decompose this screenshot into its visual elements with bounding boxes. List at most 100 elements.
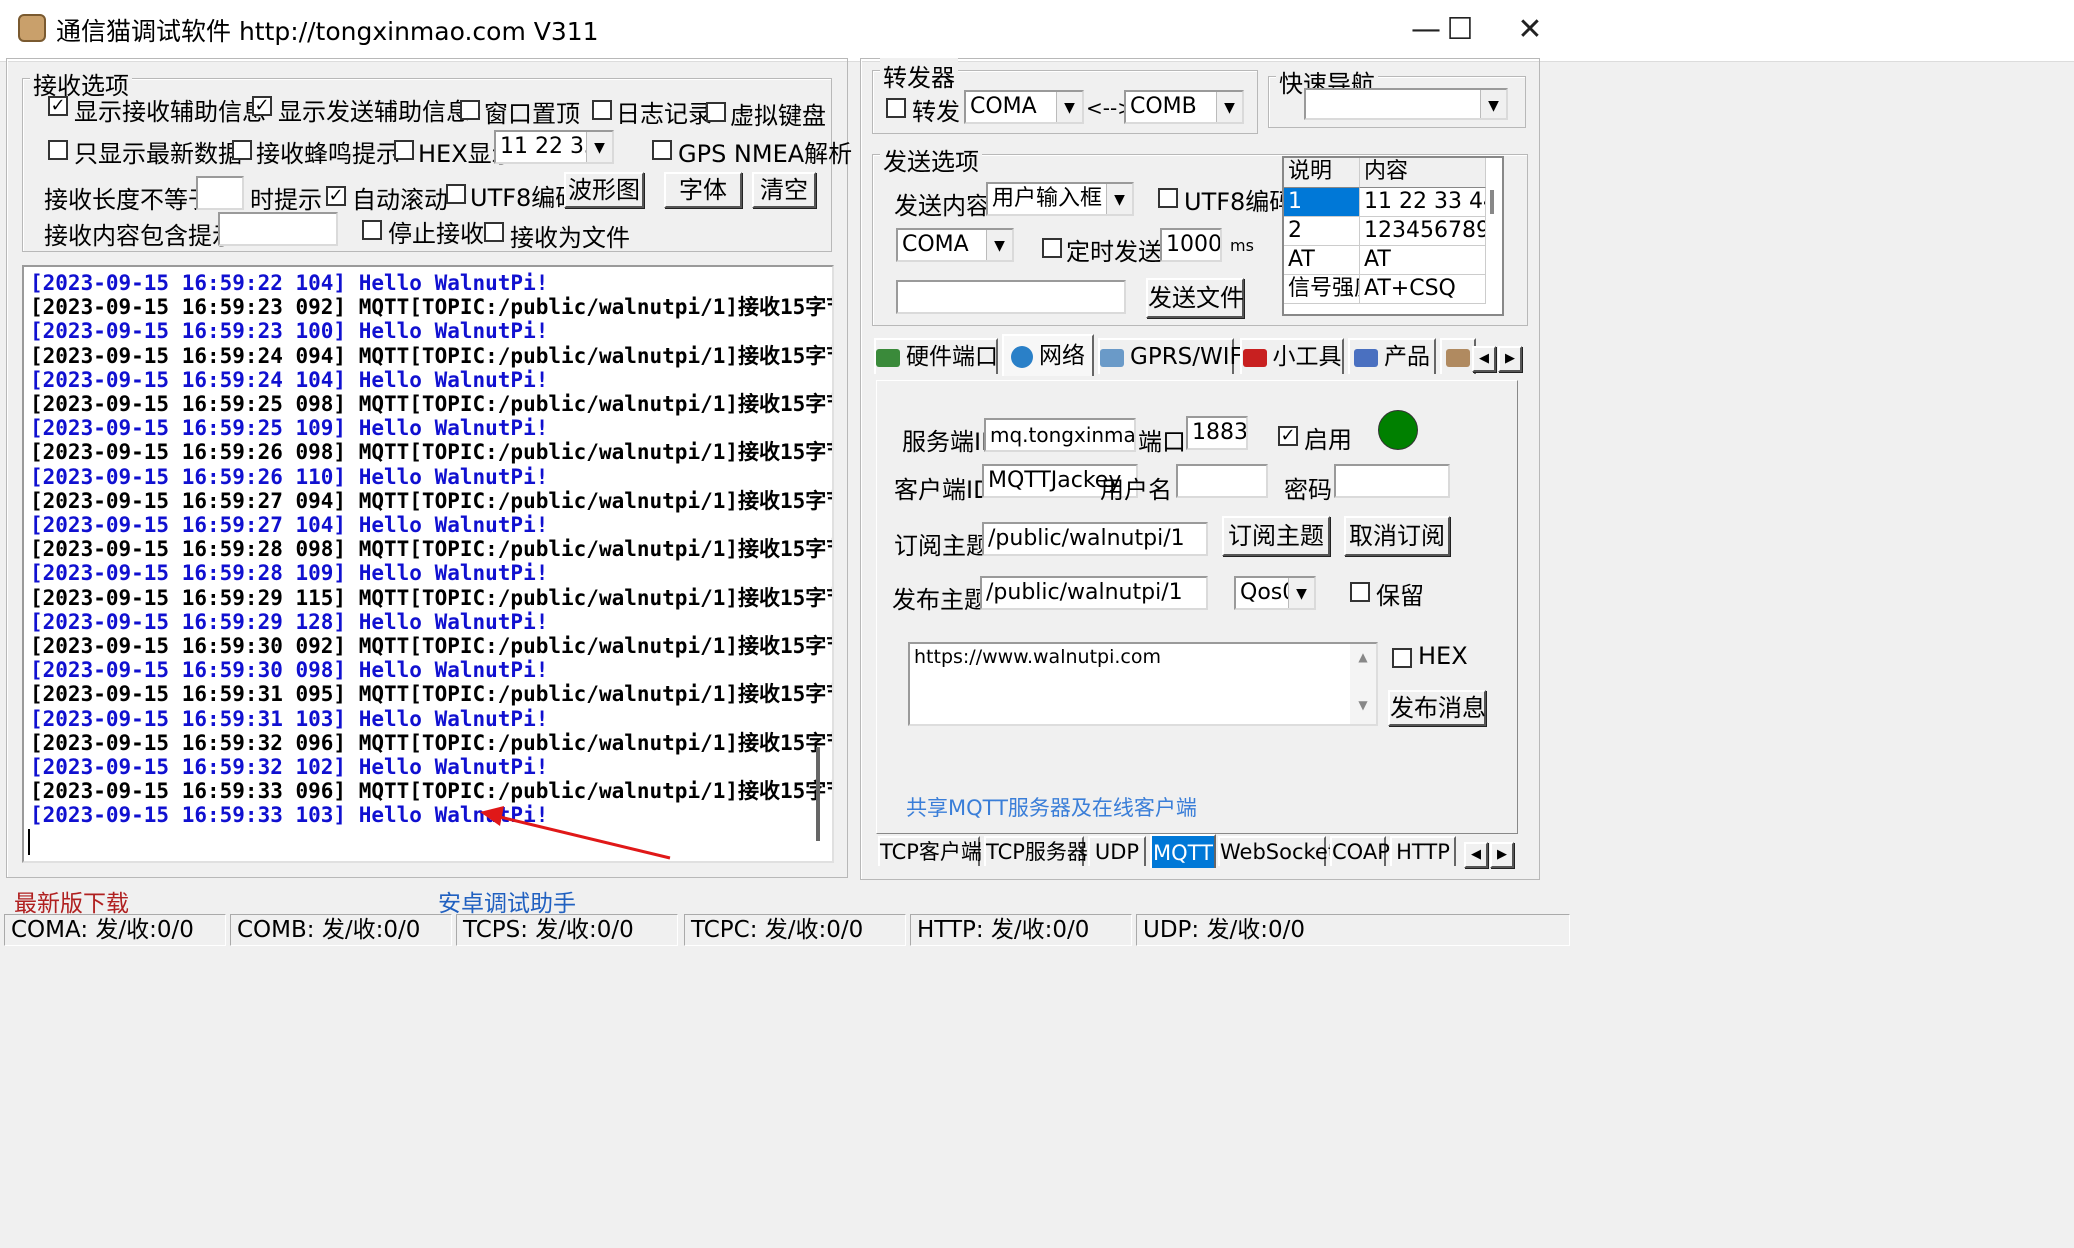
- log-scrollbar[interactable]: [816, 747, 820, 841]
- utf8-send-checkbox[interactable]: [1158, 188, 1178, 208]
- log-line: [2023-09-15 16:59:26 110] Hello WalnutPi…: [30, 464, 549, 489]
- beep-checkbox[interactable]: [232, 140, 252, 160]
- scroll-up-icon[interactable]: ▲: [1350, 650, 1376, 664]
- pub-topic-input[interactable]: /public/walnutpi/1: [980, 576, 1208, 610]
- tab-gprs-wifi[interactable]: GPRS/WIFI: [1098, 338, 1250, 374]
- send-file-button[interactable]: 发送文件: [1146, 278, 1244, 318]
- interval-input[interactable]: 1000: [1160, 228, 1222, 262]
- send-port-combo[interactable]: COMA ▼: [896, 228, 1014, 262]
- table-cell[interactable]: 123456789: [1360, 217, 1486, 246]
- tab-hardware-port[interactable]: 硬件端口: [874, 338, 998, 374]
- tab-tools[interactable]: 小工具: [1240, 338, 1344, 374]
- timed-send-label: 定时发送: [1066, 238, 1162, 266]
- bottom-tab-http[interactable]: HTTP: [1390, 836, 1456, 866]
- gps-checkbox[interactable]: [652, 140, 672, 160]
- font-button[interactable]: 字体: [664, 172, 742, 208]
- tab-products[interactable]: 产品: [1348, 338, 1436, 374]
- password-label: 密码: [1284, 476, 1332, 504]
- table-cell[interactable]: 信号强度: [1284, 275, 1360, 304]
- log-line: [2023-09-15 16:59:25 098] MQTT[TOPIC:/pu…: [30, 392, 834, 416]
- show-latest-checkbox[interactable]: [48, 140, 68, 160]
- table-cell[interactable]: 1: [1284, 188, 1360, 217]
- maximize-button[interactable]: ☐: [1424, 8, 1496, 54]
- virtual-keyboard-checkbox[interactable]: [706, 102, 726, 122]
- bottom-tab-mqtt[interactable]: MQTT: [1150, 834, 1216, 868]
- username-input[interactable]: [1176, 464, 1268, 498]
- tab-scroll-right-icon[interactable]: ▶: [1498, 346, 1522, 372]
- message-text: https://www.walnutpi.com: [914, 646, 1161, 668]
- subscribe-button[interactable]: 订阅主题: [1222, 516, 1330, 556]
- hex-display-checkbox[interactable]: [394, 140, 414, 160]
- download-link[interactable]: 最新版下载: [14, 884, 129, 918]
- receive-log[interactable]: [2023-09-15 16:59:22 104] Hello WalnutPi…: [22, 265, 834, 863]
- log-line: [2023-09-15 16:59:28 109] Hello WalnutPi…: [30, 561, 549, 586]
- timed-send-checkbox[interactable]: [1042, 238, 1062, 258]
- bottom-tab-tcp服务器[interactable]: TCP服务器: [984, 836, 1088, 866]
- sub-topic-input[interactable]: /public/walnutpi/1: [982, 522, 1208, 556]
- bottom-tab-udp[interactable]: UDP: [1088, 836, 1146, 866]
- share-mqtt-link[interactable]: 共享MQTT服务器及在线客户端: [906, 792, 1197, 822]
- table-cell[interactable]: AT: [1360, 246, 1486, 275]
- log-line: [2023-09-15 16:59:25 109] Hello WalnutPi…: [30, 416, 549, 441]
- hint-label: 时提示: [250, 186, 322, 214]
- window-title: 通信猫调试软件 http://tongxinmao.com V311: [56, 17, 599, 46]
- message-textarea[interactable]: https://www.walnutpi.com ▲ ▼: [908, 642, 1378, 726]
- virtual-keyboard-label: 虚拟键盘: [730, 102, 826, 130]
- chevron-down-icon: ▼: [986, 230, 1012, 260]
- table-cell[interactable]: AT: [1284, 246, 1360, 275]
- android-link[interactable]: 安卓调试助手: [438, 884, 576, 918]
- table-cell[interactable]: 11 22 33 44 55: [1360, 188, 1486, 217]
- publish-button[interactable]: 发布消息: [1388, 690, 1486, 726]
- hex-checkbox[interactable]: [1392, 648, 1412, 668]
- window-top-checkbox[interactable]: [460, 100, 480, 120]
- password-input[interactable]: [1334, 464, 1450, 498]
- send-content-label: 发送内容: [894, 192, 990, 220]
- table-cell[interactable]: AT+CSQ: [1360, 275, 1486, 304]
- hex-value-text: 11 22 33: [500, 134, 598, 159]
- send-input[interactable]: [896, 280, 1126, 314]
- retain-checkbox[interactable]: [1350, 582, 1370, 602]
- recv-to-file-checkbox[interactable]: [484, 222, 504, 242]
- enable-checkbox[interactable]: ✓: [1278, 426, 1298, 446]
- clear-button[interactable]: 清空: [752, 172, 816, 208]
- send-content-combo[interactable]: 用户输入框 ▼: [986, 182, 1134, 216]
- utf8-recv-checkbox[interactable]: [446, 184, 466, 204]
- forward-checkbox[interactable]: [886, 98, 906, 118]
- command-table[interactable]: 说明 内容 1 11 22 33 44 55 2 123456789 AT AT…: [1282, 156, 1504, 316]
- qos-combo[interactable]: Qos0 ▼: [1234, 576, 1316, 610]
- forward-port-a-combo[interactable]: COMA ▼: [964, 90, 1084, 124]
- log-line: [2023-09-15 16:59:28 098] MQTT[TOPIC:/pu…: [30, 537, 834, 562]
- port-input[interactable]: 18830: [1186, 416, 1248, 450]
- stop-recv-checkbox[interactable]: [362, 220, 382, 240]
- bottom-tab-tcp客户端[interactable]: TCP客户端: [878, 836, 982, 866]
- waveform-button[interactable]: 波形图: [564, 172, 644, 208]
- log-line: [2023-09-15 16:59:23 100] Hello WalnutPi…: [30, 319, 549, 344]
- log-checkbox[interactable]: [592, 100, 612, 120]
- tab-network[interactable]: 网络: [1002, 334, 1094, 376]
- tab-more[interactable]: [1440, 338, 1476, 374]
- tab-scroll-left-icon[interactable]: ◀: [1472, 346, 1496, 372]
- len-input[interactable]: [196, 176, 244, 210]
- server-ip-input[interactable]: mq.tongxinmao.com: [984, 418, 1136, 452]
- auto-scroll-label: 自动滚动: [352, 186, 448, 214]
- bottom-tab-websockets[interactable]: WebSockets: [1218, 836, 1347, 866]
- table-header[interactable]: 说明: [1284, 158, 1360, 188]
- close-button[interactable]: ✕: [1494, 8, 1566, 54]
- bottom-tab-coap[interactable]: COAP: [1330, 836, 1390, 866]
- forward-port-b-combo[interactable]: COMB ▼: [1124, 90, 1244, 124]
- hex-value-combo[interactable]: 11 22 33 ▼: [494, 130, 614, 164]
- quick-nav-combo[interactable]: ▼: [1304, 88, 1508, 120]
- show-send-info-checkbox[interactable]: ✓: [252, 96, 272, 116]
- contains-input[interactable]: [218, 212, 338, 246]
- message-scrollbar[interactable]: ▲ ▼: [1350, 644, 1376, 724]
- unsubscribe-button[interactable]: 取消订阅: [1344, 516, 1450, 556]
- show-recv-info-checkbox[interactable]: ✓: [48, 96, 68, 116]
- table-cell[interactable]: 2: [1284, 217, 1360, 246]
- log-line: [2023-09-15 16:59:27 094] MQTT[TOPIC:/pu…: [30, 488, 834, 513]
- table-header[interactable]: 内容: [1360, 158, 1486, 188]
- table-scrollbar[interactable]: [1490, 190, 1494, 214]
- auto-scroll-checkbox[interactable]: ✓: [326, 186, 346, 206]
- bottom-tab-scroll-left-icon[interactable]: ◀: [1464, 842, 1488, 868]
- scroll-down-icon[interactable]: ▼: [1350, 698, 1376, 712]
- bottom-tab-scroll-right-icon[interactable]: ▶: [1490, 842, 1514, 868]
